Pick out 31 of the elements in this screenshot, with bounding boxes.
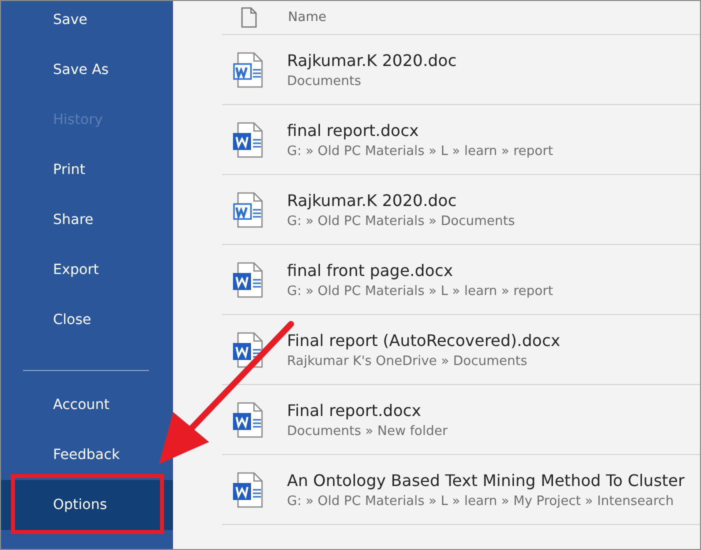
column-header[interactable]: Name bbox=[288, 10, 326, 25]
file-name[interactable]: final front page.docx bbox=[287, 260, 554, 280]
file-icon bbox=[241, 7, 257, 28]
word-document-icon bbox=[233, 262, 263, 298]
word-document-icon bbox=[233, 122, 263, 158]
menu-item[interactable]: Account bbox=[53, 397, 110, 413]
file-path: Documents bbox=[287, 74, 362, 88]
file-path: G: » Old PC Materials » L » learn » report bbox=[287, 144, 554, 158]
file-name[interactable]: Rajkumar.K 2020.doc bbox=[287, 50, 457, 70]
menu-item[interactable]: Print bbox=[53, 162, 86, 178]
word-document-icon bbox=[233, 192, 263, 228]
file-name[interactable]: An Ontology Based Text Mining Method To Cluster bbox=[287, 470, 685, 490]
file-path: Documents » New folder bbox=[287, 424, 448, 438]
menu-item[interactable]: Export bbox=[53, 262, 99, 278]
menu-item[interactable]: Close bbox=[53, 312, 92, 328]
word-document-icon bbox=[233, 52, 263, 88]
menu-item[interactable]: Options bbox=[1, 480, 173, 530]
menu-item[interactable]: Save bbox=[53, 12, 88, 28]
menu-item[interactable]: Feedback bbox=[53, 447, 120, 463]
word-document-icon bbox=[233, 472, 263, 508]
word-document-icon bbox=[233, 402, 263, 438]
file-path: G: » Old PC Materials » L » learn » My Project » Intensearch bbox=[287, 494, 675, 508]
menu-item[interactable]: Share bbox=[53, 212, 94, 228]
file-name[interactable]: Rajkumar.K 2020.doc bbox=[287, 190, 515, 210]
file-path: Rajkumar K's OneDrive » Documents bbox=[287, 354, 528, 368]
file-name[interactable]: Final report.docx bbox=[287, 400, 448, 420]
menu-item[interactable]: Save As bbox=[53, 62, 109, 78]
file-name[interactable]: final report.docx bbox=[287, 120, 554, 140]
file-path: G: » Old PC Materials » Documents bbox=[287, 214, 515, 228]
file-name[interactable]: Final report (AutoRecovered).docx bbox=[287, 330, 560, 350]
file-path: G: » Old PC Materials » L » learn » report bbox=[287, 284, 554, 298]
